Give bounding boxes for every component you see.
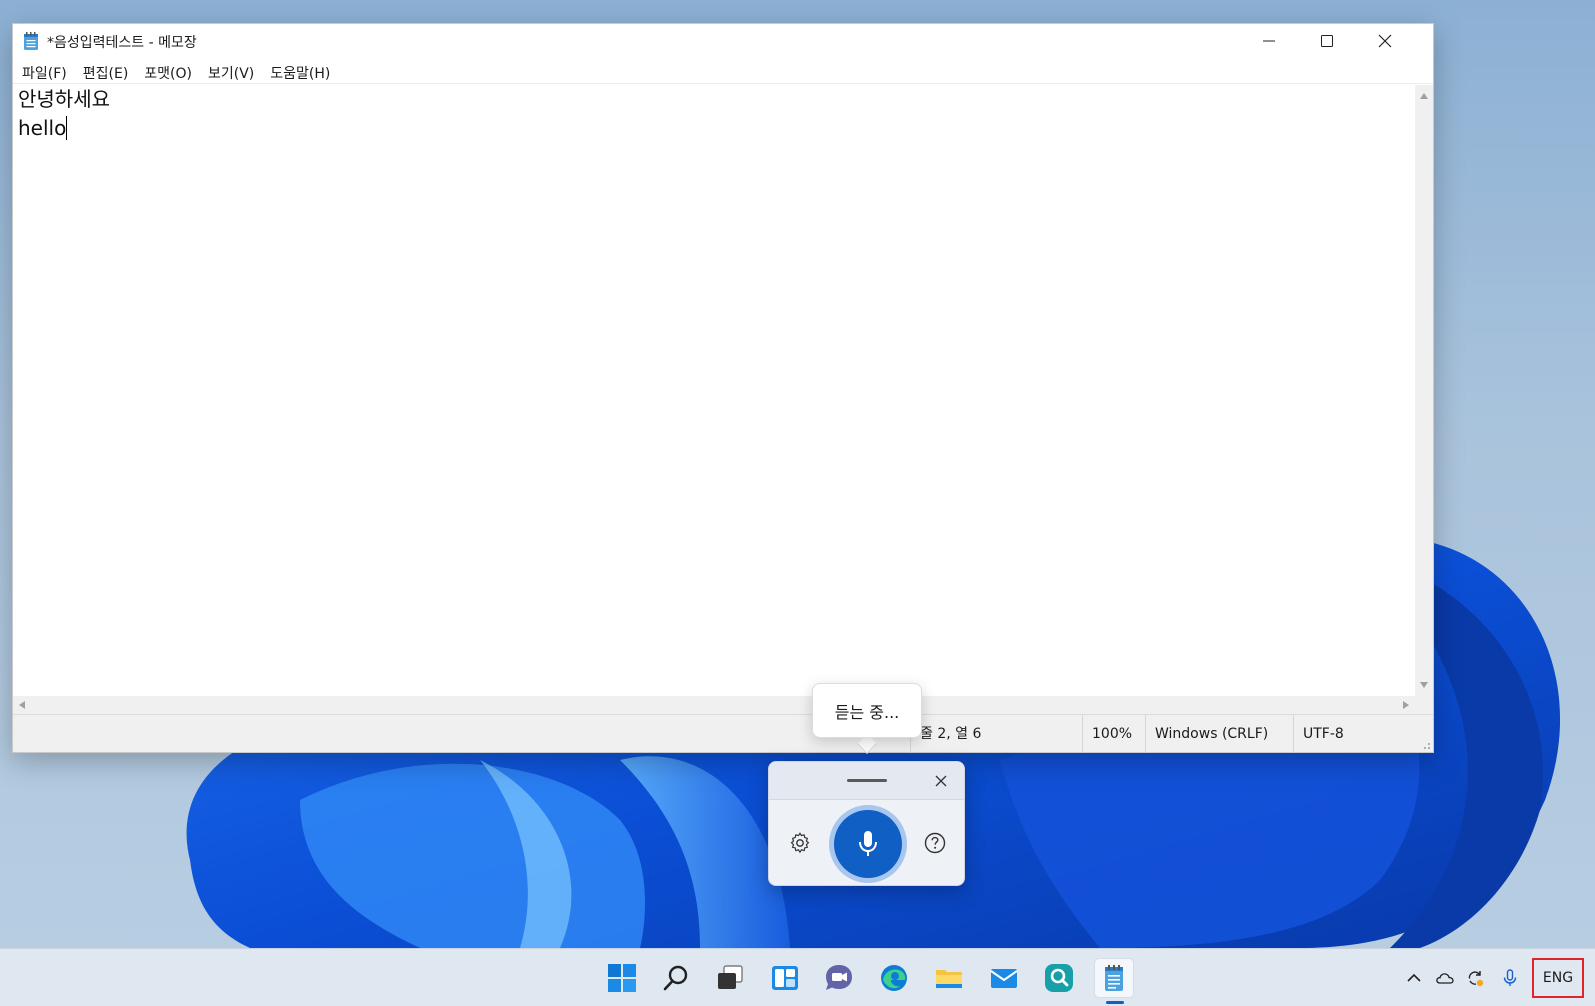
scroll-down-arrow-icon[interactable] xyxy=(1420,682,1428,688)
teams-chat-icon xyxy=(826,965,852,990)
scroll-left-arrow-icon[interactable] xyxy=(19,701,25,709)
microphone-icon xyxy=(1503,969,1517,986)
cloud-icon xyxy=(1436,973,1454,984)
menu-view[interactable]: 보기(V) xyxy=(201,58,263,84)
voice-typing-panel[interactable] xyxy=(768,761,965,886)
menu-help[interactable]: 도움말(H) xyxy=(263,58,339,84)
taskbar: ENG xyxy=(0,948,1595,1006)
search-app-button[interactable] xyxy=(1039,958,1079,998)
notepad-window[interactable]: *음성입력테스트 - 메모장 파일(F) 편집(E) 포맷(O) 보기(V) 도… xyxy=(12,23,1434,753)
title-bar[interactable]: *음성입력테스트 - 메모장 xyxy=(13,24,1433,58)
close-icon xyxy=(1378,34,1392,48)
drag-handle[interactable] xyxy=(847,779,887,782)
sync-tray-button[interactable] xyxy=(1462,965,1488,991)
settings-gear-icon[interactable] xyxy=(788,831,812,855)
listening-tooltip: 듣는 중... xyxy=(812,683,922,738)
mail-button[interactable] xyxy=(984,958,1024,998)
scroll-right-arrow-icon[interactable] xyxy=(1403,701,1409,709)
status-zoom: 100% xyxy=(1082,715,1145,753)
maximize-icon xyxy=(1321,35,1333,47)
sync-icon xyxy=(1468,971,1484,987)
resize-grip-icon[interactable] xyxy=(1421,740,1431,750)
scrollbar-corner xyxy=(1415,696,1433,714)
windows-logo-icon xyxy=(608,964,636,992)
microphone-button[interactable] xyxy=(834,810,902,878)
menu-edit[interactable]: 편집(E) xyxy=(76,58,138,84)
notepad-icon xyxy=(1105,965,1123,991)
editor-line-1: 안녕하세요 xyxy=(18,87,110,111)
mail-icon xyxy=(990,969,1018,988)
status-line-ending: Windows (CRLF) xyxy=(1145,715,1293,753)
magnifier-app-icon xyxy=(1045,964,1073,992)
menu-format[interactable]: 포맷(O) xyxy=(137,58,201,84)
widgets-icon xyxy=(772,966,798,990)
show-hidden-icons-button[interactable] xyxy=(1401,965,1427,991)
notepad-app-icon xyxy=(24,32,38,50)
voice-close-button[interactable] xyxy=(932,772,950,790)
horizontal-scrollbar[interactable] xyxy=(13,696,1415,714)
onedrive-tray-button[interactable] xyxy=(1432,965,1458,991)
widgets-button[interactable] xyxy=(765,958,805,998)
microphone-tray-button[interactable] xyxy=(1497,965,1523,991)
search-icon xyxy=(663,965,688,991)
vertical-scrollbar[interactable] xyxy=(1415,85,1433,696)
active-app-indicator xyxy=(1106,1001,1124,1004)
minimize-icon xyxy=(1263,40,1275,42)
scroll-up-arrow-icon[interactable] xyxy=(1420,93,1428,99)
status-bar: 줄 2, 열 6 100% Windows (CRLF) UTF-8 xyxy=(13,714,1433,753)
close-icon xyxy=(935,775,947,787)
text-caret xyxy=(66,116,68,140)
edge-icon xyxy=(881,965,907,991)
microphone-icon xyxy=(859,831,877,856)
file-explorer-button[interactable] xyxy=(929,958,969,998)
edge-browser-button[interactable] xyxy=(874,958,914,998)
task-view-icon xyxy=(718,965,743,989)
voice-panel-header[interactable] xyxy=(769,762,964,800)
start-button[interactable] xyxy=(602,958,642,998)
status-encoding: UTF-8 xyxy=(1293,715,1413,753)
maximize-button[interactable] xyxy=(1298,24,1356,58)
editor-line-2: hello xyxy=(18,116,68,140)
input-language-indicator[interactable]: ENG xyxy=(1532,958,1584,998)
window-title: *음성입력테스트 - 메모장 xyxy=(47,35,197,51)
menu-file[interactable]: 파일(F) xyxy=(15,58,76,84)
task-view-button[interactable] xyxy=(710,958,750,998)
text-editor-area[interactable]: 안녕하세요 hello xyxy=(13,85,1415,696)
folder-icon xyxy=(936,970,962,988)
help-question-icon[interactable] xyxy=(923,831,947,855)
chat-button[interactable] xyxy=(819,958,859,998)
status-cursor-position: 줄 2, 열 6 xyxy=(910,715,1082,753)
menu-bar: 파일(F) 편집(E) 포맷(O) 보기(V) 도움말(H) xyxy=(13,58,1433,84)
minimize-button[interactable] xyxy=(1240,24,1298,58)
chevron-up-icon xyxy=(1407,973,1421,982)
search-button[interactable] xyxy=(656,958,696,998)
notepad-taskbar-button[interactable] xyxy=(1094,958,1134,998)
close-button[interactable] xyxy=(1356,24,1414,58)
